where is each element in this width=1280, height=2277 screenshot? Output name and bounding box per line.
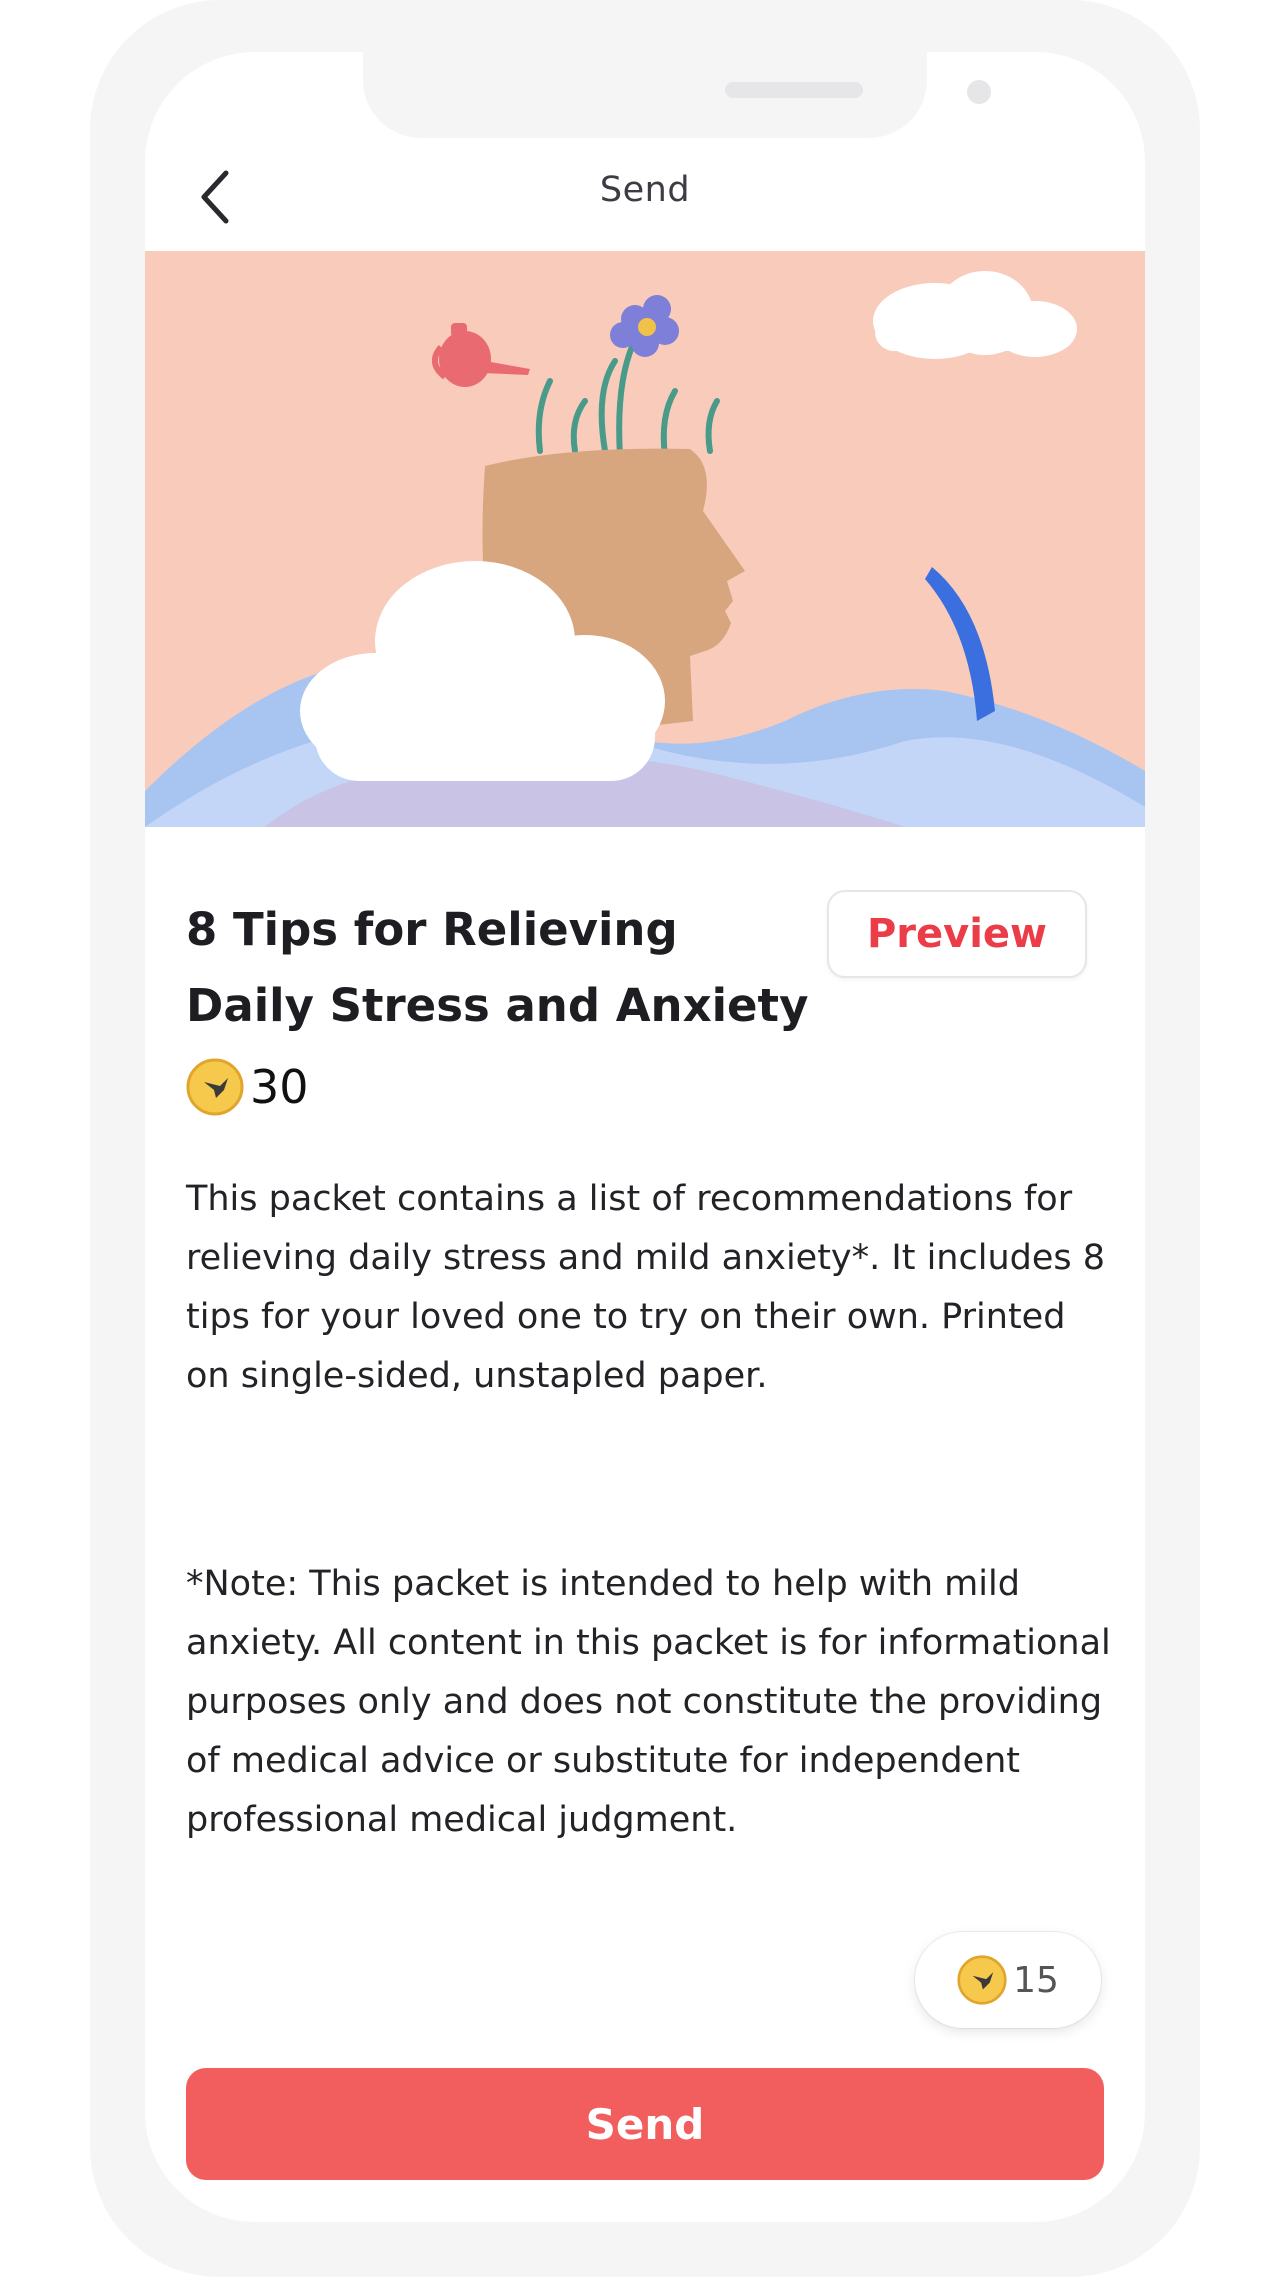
camera <box>967 80 991 104</box>
price-value: 30 <box>250 1060 309 1114</box>
page-title: Send <box>599 170 691 210</box>
title-line-1: 8 Tips for Relieving <box>186 903 678 956</box>
price-row: 30 <box>186 1055 309 1119</box>
app-screen: Send 8 Tips for Relieving Daily Stress a… <box>145 52 1145 2222</box>
coin-icon <box>186 1058 244 1116</box>
coin-balance-pill: 15 <box>915 1932 1101 2028</box>
preview-button[interactable]: Preview <box>827 890 1087 978</box>
product-title: 8 Tips for Relieving Daily Stress and An… <box>186 892 826 1044</box>
chevron-left-icon <box>201 170 229 224</box>
title-line-2: Daily Stress and Anxiety <box>186 979 809 1032</box>
phone-notch <box>363 52 991 138</box>
description-text: This packet contains a list of recommend… <box>186 1179 1106 1396</box>
hero-illustration <box>145 251 1145 827</box>
note-text: *Note: This packet is intended to help w… <box>186 1564 1111 1840</box>
back-button[interactable] <box>185 152 245 242</box>
balance-value: 15 <box>1013 1959 1059 2001</box>
speaker <box>725 82 863 98</box>
product-description: This packet contains a list of recommend… <box>186 1170 1106 1406</box>
product-note: *Note: This packet is intended to help w… <box>186 1520 1116 1885</box>
send-button[interactable]: Send <box>186 2068 1104 2180</box>
coin-icon <box>957 1955 1007 2005</box>
